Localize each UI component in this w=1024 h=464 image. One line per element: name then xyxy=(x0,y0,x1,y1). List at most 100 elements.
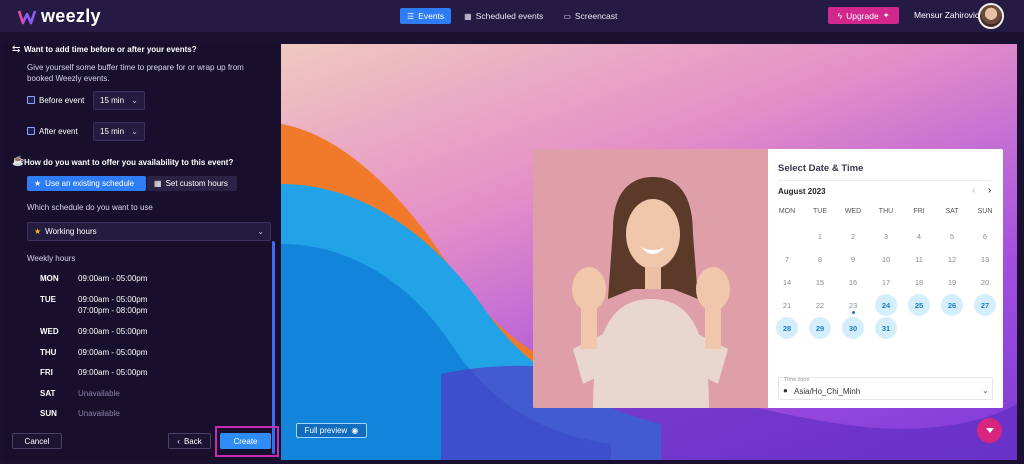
calendar-day: 16 xyxy=(848,277,858,287)
calendar-day: 11 xyxy=(915,254,923,264)
weekday-header: SAT xyxy=(945,208,959,215)
calendar-day-available[interactable]: 30 xyxy=(842,317,864,339)
main-nav: ☰ Events ▦ Scheduled events ▭ Screencast xyxy=(400,8,624,24)
after-event-checkbox[interactable] xyxy=(27,127,35,135)
chevron-down-icon xyxy=(985,427,994,433)
bolt-icon: ϟ xyxy=(837,10,843,21)
before-event-select[interactable]: 15 min ⌄ xyxy=(93,91,145,110)
schedule-select[interactable]: ★ Working hours ⌄ xyxy=(27,222,271,241)
calendar-day-available[interactable]: 28 xyxy=(776,317,798,339)
before-event-value: 15 min xyxy=(100,96,125,105)
calendar-day: 14 xyxy=(782,277,792,287)
after-event-value: 15 min xyxy=(100,127,125,136)
cancel-button[interactable]: Cancel xyxy=(12,433,62,449)
full-preview-label: Full preview xyxy=(304,426,348,435)
app-name: weezly xyxy=(41,6,101,26)
day-label: WED xyxy=(40,327,59,336)
weekday-header: WED xyxy=(844,208,862,215)
chevron-down-icon: ⌄ xyxy=(131,96,138,105)
chevron-left-icon: ‹ xyxy=(177,436,180,446)
calendar-day-available[interactable]: 31 xyxy=(875,317,897,339)
create-label: Create xyxy=(233,436,258,446)
mug-icon: ☕ xyxy=(12,156,25,167)
calendar-day: 19 xyxy=(947,277,957,287)
day-hours: 09:00am - 05:00pm xyxy=(78,295,148,304)
divider xyxy=(778,180,993,181)
before-event-checkbox[interactable] xyxy=(27,96,35,104)
calendar-day: 2 xyxy=(850,231,856,241)
fab-button[interactable] xyxy=(977,418,1002,443)
user-name[interactable]: Mensur Zahirovic xyxy=(914,10,979,20)
globe-icon: ● xyxy=(783,386,788,395)
timezone-label: Time zone xyxy=(784,377,810,383)
calendar-day: 18 xyxy=(914,277,924,287)
calendar-icon: ▦ xyxy=(464,11,472,21)
picker-title: Select Date & Time xyxy=(778,163,864,174)
calendar-day: 21 xyxy=(782,300,792,310)
upgrade-button[interactable]: ϟ Upgrade ✦ xyxy=(828,7,899,24)
nav-scheduled-events[interactable]: ▦ Scheduled events xyxy=(457,8,550,24)
day-hours: 09:00am - 05:00pm xyxy=(78,327,148,336)
calendar-day-available[interactable]: 27 xyxy=(974,294,996,316)
create-button[interactable]: Create xyxy=(220,433,271,449)
panel-scrollbar[interactable] xyxy=(272,241,275,454)
custom-hours-label: Set custom hours xyxy=(165,179,228,188)
eye-icon: ◉ xyxy=(351,426,359,435)
buffer-question: Want to add time before or after your ev… xyxy=(24,45,197,54)
calendar-day: 23 xyxy=(842,294,864,316)
calendar-day: 4 xyxy=(916,231,922,241)
waving-woman-illustration xyxy=(533,149,768,408)
video-icon: ▭ xyxy=(563,11,571,21)
next-month-icon[interactable]: › xyxy=(988,185,991,196)
back-button[interactable]: ‹ Back xyxy=(168,433,211,449)
day-hours-2: 07:00pm - 08:00pm xyxy=(78,306,148,315)
day-hours: Unavailable xyxy=(78,409,120,418)
calendar-day: 13 xyxy=(980,254,990,264)
date-time-picker: Select Date & Time August 2023 ‹ › MON TU… xyxy=(768,149,1003,408)
schedule-select-label: Which schedule do you want to use xyxy=(27,203,153,212)
day-label: THU xyxy=(40,348,57,357)
after-event-select[interactable]: 15 min ⌄ xyxy=(93,122,145,141)
calendar-day-available[interactable]: 25 xyxy=(908,294,930,316)
prev-month-icon[interactable]: ‹ xyxy=(972,185,975,196)
calendar-day: 9 xyxy=(850,254,856,264)
full-preview-button[interactable]: Full preview ◉ xyxy=(296,423,367,438)
calendar-day-available[interactable]: 26 xyxy=(941,294,963,316)
app-logo[interactable]: weezly xyxy=(17,6,101,27)
use-existing-schedule-tab[interactable]: ★ Use an existing schedule xyxy=(27,176,146,191)
timezone-value: Asia/Ho_Chi_Minh xyxy=(794,387,861,396)
avatar[interactable] xyxy=(978,3,1004,29)
availability-question: How do you want to offer you availabilit… xyxy=(24,158,234,167)
star-icon: ★ xyxy=(34,227,42,236)
calendar-day: 20 xyxy=(980,277,990,287)
rocket-icon: ✦ xyxy=(882,11,890,20)
day-label: SUN xyxy=(40,409,57,418)
nav-scheduled-label: Scheduled events xyxy=(475,11,544,21)
cancel-label: Cancel xyxy=(24,436,50,446)
host-photo xyxy=(533,149,768,408)
schedule-select-value: Working hours xyxy=(45,227,97,236)
use-existing-label: Use an existing schedule xyxy=(45,179,135,188)
chevron-down-icon: ⌄ xyxy=(257,227,264,236)
nav-screencast[interactable]: ▭ Screencast xyxy=(556,8,624,24)
day-hours: 09:00am - 05:00pm xyxy=(78,368,148,377)
calendar-day: 1 xyxy=(817,231,823,241)
upgrade-label: Upgrade xyxy=(846,10,879,21)
nav-screencast-label: Screencast xyxy=(574,11,618,21)
day-label: SAT xyxy=(40,389,56,398)
day-hours: 09:00am - 05:00pm xyxy=(78,274,148,283)
day-hours: 09:00am - 05:00pm xyxy=(78,348,148,357)
calendar-day: 5 xyxy=(949,231,955,241)
weezly-logo-icon xyxy=(17,10,37,24)
weekday-header: TUE xyxy=(813,208,827,215)
calendar-day-available[interactable]: 24 xyxy=(875,294,897,316)
nav-events-label: Events xyxy=(418,11,445,21)
after-event-label: After event xyxy=(39,127,78,136)
set-custom-hours-tab[interactable]: ▦ Set custom hours xyxy=(147,176,237,191)
buffer-description: Give yourself some buffer time to prepar… xyxy=(27,63,244,83)
calendar-day-available[interactable]: 29 xyxy=(809,317,831,339)
calendar-day: 12 xyxy=(947,254,957,264)
chevron-down-icon: ⌄ xyxy=(982,386,989,395)
calendar-day: 17 xyxy=(881,277,891,287)
nav-events[interactable]: ☰ Events xyxy=(400,8,452,24)
